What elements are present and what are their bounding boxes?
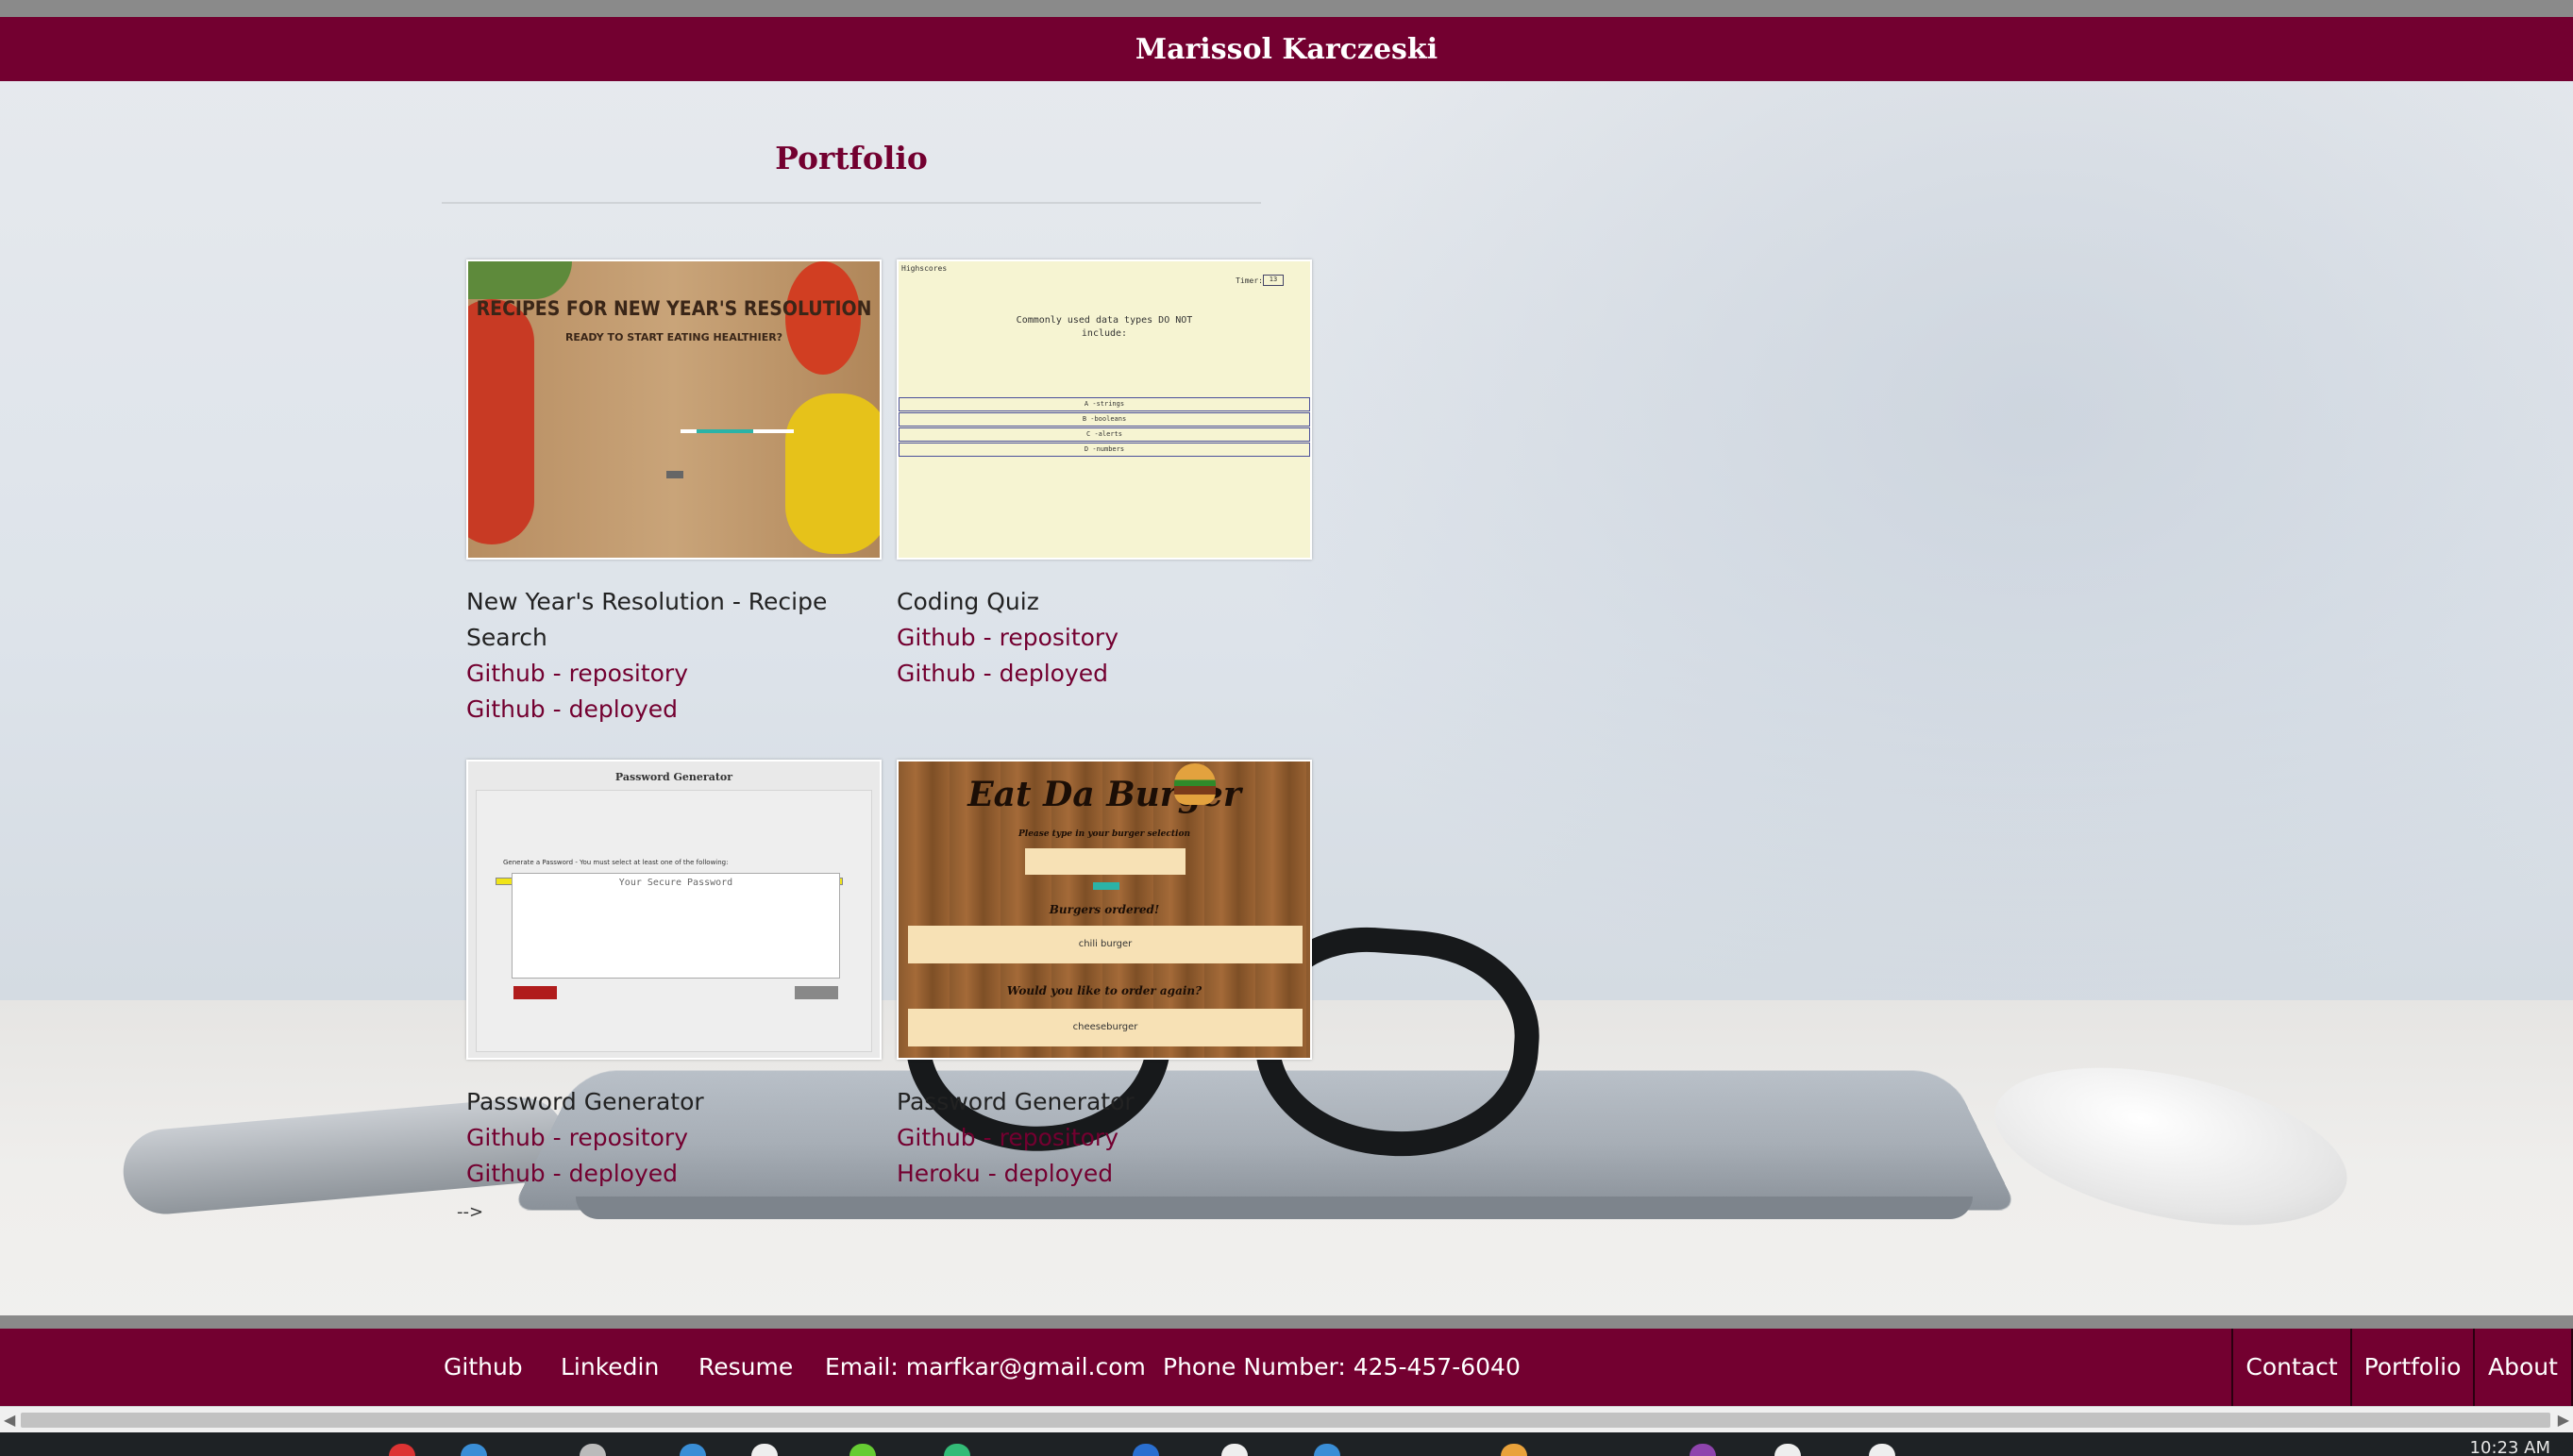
heading-divider: [442, 202, 1261, 204]
taskbar-app-icon[interactable]: [849, 1444, 876, 1456]
footer-resume-link[interactable]: Resume: [698, 1329, 793, 1406]
thumb-option: A -strings: [899, 397, 1310, 411]
taskbar-clock[interactable]: 10:23 AM: [2470, 1438, 2550, 1456]
site-footer: Github Linkedin Resume Email: marfkar@gm…: [0, 1329, 2573, 1406]
site-header: Marissol Karczeski: [0, 17, 2573, 81]
footer-github-link[interactable]: Github: [444, 1329, 523, 1406]
scrollbar-thumb[interactable]: [21, 1413, 2550, 1428]
thumb-again-item: cheeseburger: [908, 1009, 1303, 1046]
leaf-decoration: [468, 261, 572, 299]
portfolio-heading: Portfolio: [775, 140, 928, 176]
project-card-burger: Eat Da Burger Please type in your burger…: [897, 760, 1312, 1192]
project-thumbnail[interactable]: Eat Da Burger Please type in your burger…: [897, 760, 1312, 1060]
heroku-deployed-link[interactable]: Heroku - deployed: [897, 1156, 1312, 1192]
project-card-quiz: Highscores Timer: 13 Commonly used data …: [897, 259, 1312, 692]
background-desk-photo: [0, 0, 2573, 1425]
github-repository-link[interactable]: Github - repository: [897, 620, 1312, 656]
thumb-highscores: Highscores: [901, 264, 948, 273]
project-thumbnail[interactable]: RECIPES FOR NEW YEAR'S RESOLUTION READY …: [466, 259, 882, 560]
thumb-slider-fill: [697, 429, 753, 433]
project-thumbnail[interactable]: Password Generator Generate a Password -…: [466, 760, 882, 1060]
thumb-heading: RECIPES FOR NEW YEAR'S RESOLUTION: [476, 297, 872, 320]
github-deployed-link[interactable]: Github - deployed: [466, 692, 882, 728]
footer-email: Email: marfkar@gmail.com: [825, 1353, 1146, 1381]
project-title: Coding Quiz: [897, 588, 1039, 615]
thumb-password-box: Your Secure Password: [512, 873, 840, 979]
taskbar-app-icon[interactable]: [1774, 1444, 1801, 1456]
thumb-subheading: READY TO START EATING HEALTHIER?: [564, 331, 783, 343]
taskbar-app-icon[interactable]: [389, 1444, 415, 1456]
thumb-option: C -alerts: [899, 427, 1310, 442]
thumb-ordered-label: Burgers ordered!: [1049, 903, 1160, 916]
thumb-timer-label: Timer:: [1236, 276, 1263, 285]
thumb-button: [666, 471, 683, 478]
thumb-question: Commonly used data types DO NOT include:: [1016, 315, 1193, 339]
taskbar-app-icon[interactable]: [1501, 1444, 1527, 1456]
footer-phone: Phone Number: 425-457-6040: [1163, 1353, 1521, 1381]
taskbar-app-icon[interactable]: [461, 1444, 487, 1456]
project-title: Password Generator: [897, 1088, 1135, 1115]
thumb-label: Generate a Password - You must select at…: [503, 859, 729, 866]
github-repository-link[interactable]: Github - repository: [466, 1120, 882, 1156]
scroll-left-arrow-icon[interactable]: ◀: [4, 1411, 15, 1429]
top-strip: [0, 0, 2573, 17]
github-deployed-link[interactable]: Github - deployed: [897, 656, 1312, 692]
laptop-edge: [576, 1197, 1973, 1219]
thumb-heading: Eat Da Burger: [967, 775, 1241, 814]
project-card-recipe: RECIPES FOR NEW YEAR'S RESOLUTION READY …: [466, 259, 882, 728]
taskbar-app-icon[interactable]: [751, 1444, 778, 1456]
thumb-timer-value: 13: [1263, 275, 1284, 286]
project-thumbnail[interactable]: Highscores Timer: 13 Commonly used data …: [897, 259, 1312, 560]
github-deployed-link[interactable]: Github - deployed: [466, 1156, 882, 1192]
project-title: New Year's Resolution - Recipe Search: [466, 588, 828, 651]
taskbar-app-icon[interactable]: [580, 1444, 606, 1456]
thumb-submit-button: [1093, 882, 1119, 890]
footer-strip: [0, 1315, 2573, 1329]
taskbar-app-icon[interactable]: [944, 1444, 970, 1456]
scroll-right-arrow-icon[interactable]: ▶: [2558, 1411, 2569, 1429]
footer-nav-about[interactable]: About: [2473, 1329, 2573, 1406]
footer-nav-contact[interactable]: Contact: [2231, 1329, 2352, 1406]
horizontal-scrollbar[interactable]: ◀ ▶: [0, 1406, 2573, 1432]
project-card-password: Password Generator Generate a Password -…: [466, 760, 882, 1192]
thumb-copy-button: [795, 986, 838, 999]
os-taskbar: 10:23 AM: [0, 1432, 2573, 1456]
footer-nav-portfolio[interactable]: Portfolio: [2350, 1329, 2475, 1406]
taskbar-app-icon[interactable]: [1133, 1444, 1159, 1456]
pepper-decoration: [785, 393, 880, 554]
taskbar-app-icon[interactable]: [1314, 1444, 1340, 1456]
thumb-heading: Password Generator: [614, 771, 733, 783]
thumb-again-label: Would you like to order again?: [1006, 984, 1202, 997]
thumb-option: D -numbers: [899, 443, 1310, 457]
stray-comment-text: -->: [457, 1202, 484, 1222]
site-title: Marissol Karczeski: [1135, 32, 1438, 66]
thumb-generate-button: [513, 986, 557, 999]
footer-linkedin-link[interactable]: Linkedin: [561, 1329, 659, 1406]
thumb-prompt: Please type in your burger selection: [1018, 829, 1190, 839]
github-repository-link[interactable]: Github - repository: [897, 1120, 1312, 1156]
github-repository-link[interactable]: Github - repository: [466, 656, 882, 692]
taskbar-app-icon[interactable]: [1221, 1444, 1248, 1456]
wall-shade: [1227, 0, 2573, 1038]
project-title: Password Generator: [466, 1088, 704, 1115]
taskbar-app-icon[interactable]: [1869, 1444, 1895, 1456]
thumb-input: [1025, 848, 1186, 875]
burger-icon: [1174, 763, 1216, 805]
thumb-option: B -booleans: [899, 412, 1310, 427]
taskbar-app-icon[interactable]: [1690, 1444, 1716, 1456]
taskbar-app-icon[interactable]: [680, 1444, 706, 1456]
thumb-ordered-item: chili burger: [908, 926, 1303, 963]
